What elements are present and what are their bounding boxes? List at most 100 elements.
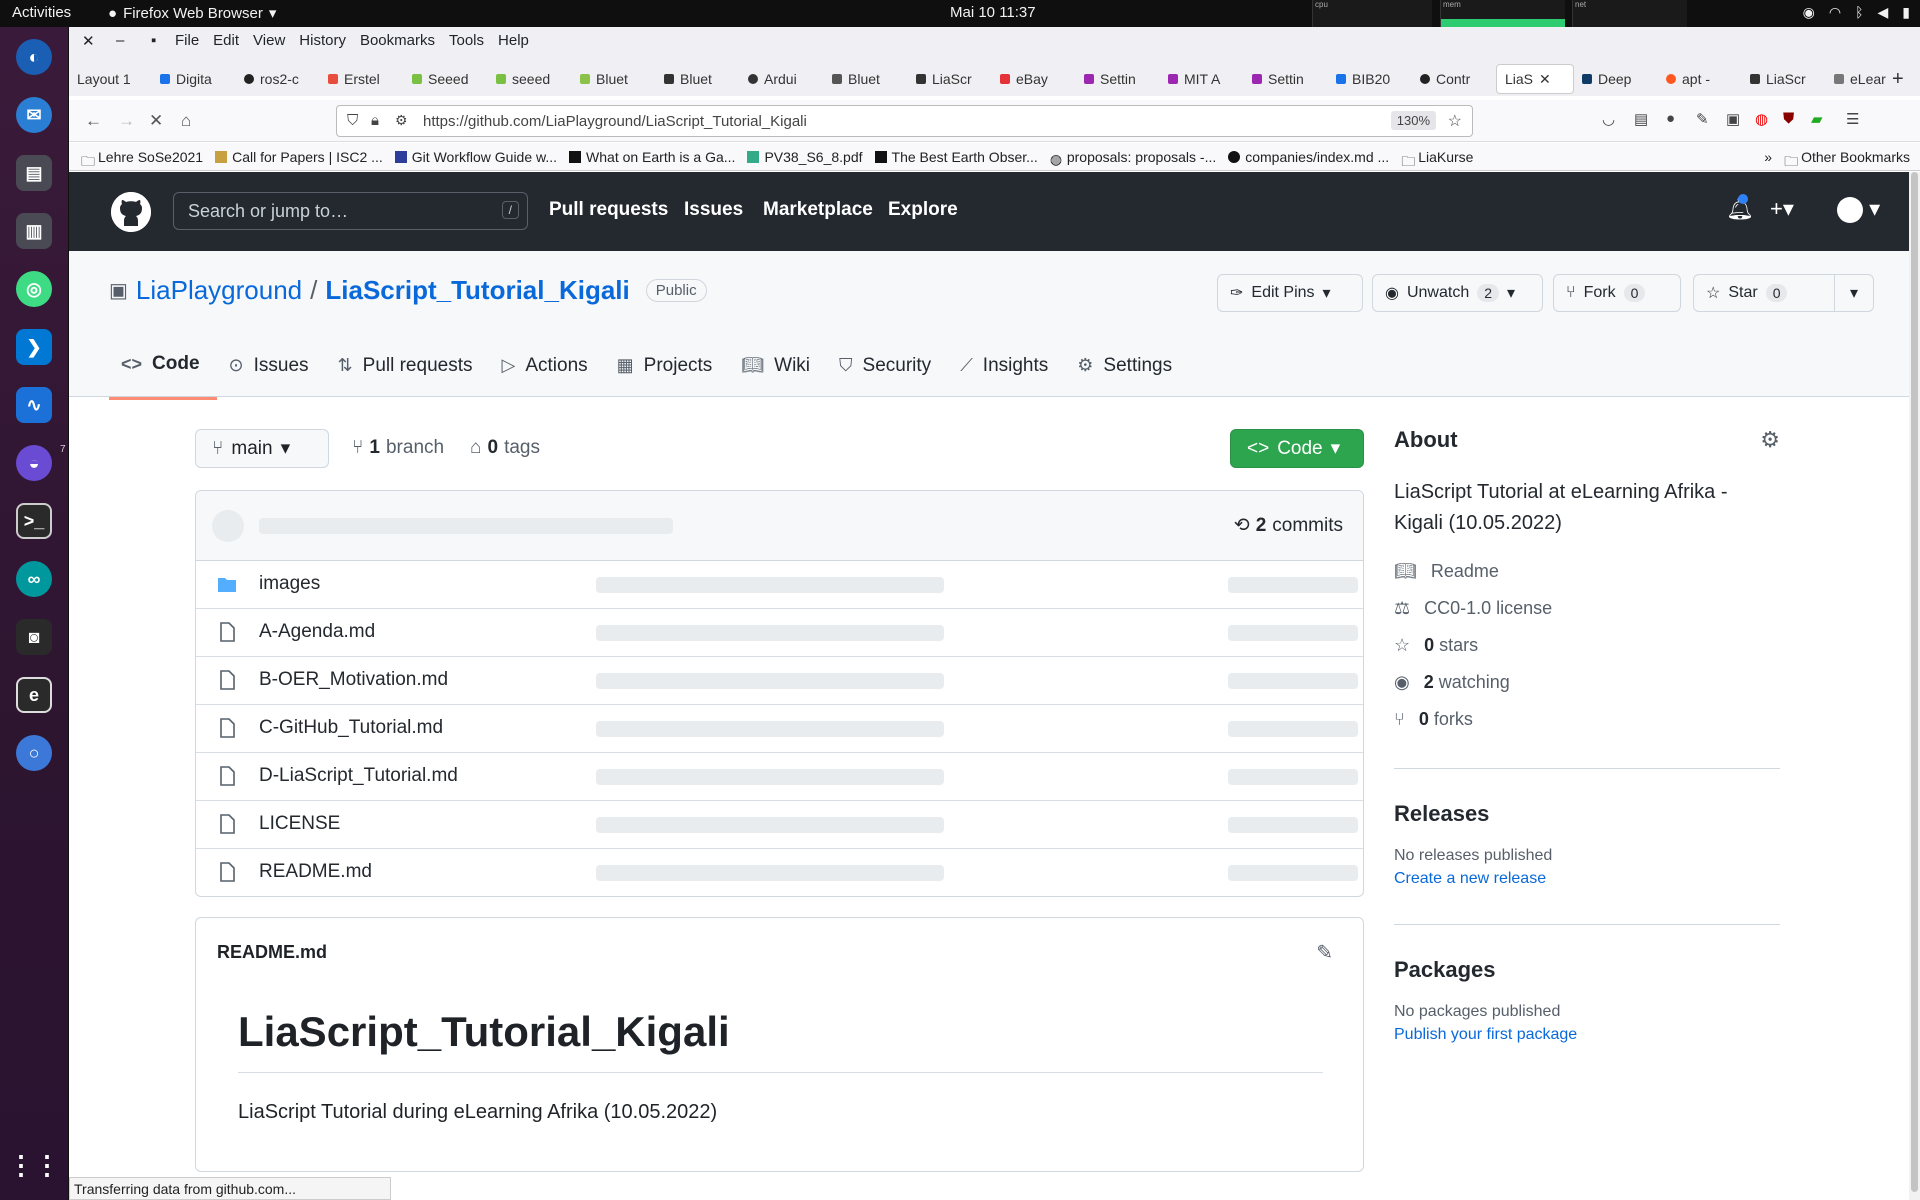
accessibility-icon[interactable]: ◉ — [1803, 4, 1815, 21]
tab-6[interactable]: Bluet — [572, 64, 656, 94]
tab-insights[interactable]: ⟋ Insights — [948, 353, 1065, 400]
watching-link[interactable]: ◉ 2 watching — [1394, 664, 1780, 701]
menu-bookmarks[interactable]: Bookmarks — [360, 32, 435, 49]
chromium-icon[interactable]: ○ — [16, 735, 52, 771]
tab-4[interactable]: Seeed — [404, 64, 488, 94]
file-row[interactable]: LICENSE — [196, 801, 1363, 849]
bookmark[interactable]: What on Earth is a Ga... — [569, 149, 735, 165]
tab-code[interactable]: <> Code — [109, 353, 217, 400]
extension-icon[interactable]: ● — [1666, 110, 1675, 127]
back-button[interactable]: ← — [85, 111, 102, 131]
bookmark[interactable]: ◍ proposals: proposals -... — [1050, 149, 1216, 167]
file-name[interactable]: images — [259, 573, 320, 595]
tab-9[interactable]: Bluet — [824, 64, 908, 94]
tab-10[interactable]: LiaScr — [908, 64, 992, 94]
reader-icon[interactable]: ▤ — [1634, 110, 1648, 128]
tab-0[interactable]: Layout 1 — [69, 64, 152, 94]
fork-button[interactable]: ⑂ Fork 0 — [1553, 274, 1681, 312]
zoom-level[interactable]: 130% — [1390, 111, 1436, 130]
repo-owner-link[interactable]: LiaPlayground — [136, 275, 302, 306]
tab-2[interactable]: ros2-c — [236, 64, 320, 94]
bookmark-folder[interactable]: 🗀 LiaKurse — [1401, 149, 1473, 169]
menu-edit[interactable]: Edit — [213, 32, 239, 49]
unwatch-button[interactable]: ◉ Unwatch 2 ▾ — [1372, 274, 1543, 312]
forks-link[interactable]: ⑂ 0 forks — [1394, 701, 1780, 738]
nav-issues[interactable]: Issues — [684, 199, 743, 221]
tab-5[interactable]: seeed — [488, 64, 572, 94]
tags-link[interactable]: ⌂ 0 tags — [470, 437, 540, 459]
avatar[interactable]: ▾ — [1837, 196, 1880, 224]
bluetooth-icon[interactable]: ᛒ — [1855, 4, 1863, 21]
tab-20[interactable]: LiaScr — [1742, 64, 1826, 94]
pocket-icon[interactable]: ◡ — [1602, 110, 1615, 128]
packages-heading[interactable]: Packages — [1394, 957, 1780, 983]
file-row[interactable]: README.md — [196, 849, 1363, 896]
code-dropdown-button[interactable]: <> Code ▾ — [1230, 429, 1364, 468]
publish-package-link[interactable]: Publish your first package — [1394, 1026, 1780, 1044]
activities-button[interactable]: Activities — [12, 4, 71, 21]
search-input[interactable]: Search or jump to… / — [173, 192, 528, 230]
stars-link[interactable]: ☆ 0 stars — [1394, 627, 1780, 664]
tab-1[interactable]: Digita — [152, 64, 236, 94]
monitor-icon[interactable]: ∿ — [16, 387, 52, 423]
tab-14[interactable]: Settin — [1244, 64, 1328, 94]
readme-link[interactable]: 📖︎ Readme — [1394, 553, 1780, 590]
tab-security[interactable]: ⛉ Security — [827, 353, 948, 400]
branch-select-button[interactable]: ⑂ main ▾ — [195, 429, 329, 468]
battery-icon[interactable]: ▮ — [1902, 4, 1910, 21]
tab-8[interactable]: Ardui — [740, 64, 824, 94]
page-scrollbar[interactable] — [1909, 172, 1920, 1200]
file-name[interactable]: B-OER_Motivation.md — [259, 669, 448, 691]
tab-3[interactable]: Erstel — [320, 64, 404, 94]
app-menu[interactable]: ● Firefox Web Browser ▾ — [108, 4, 276, 23]
tab-wiki[interactable]: 📖︎ Wiki — [729, 353, 827, 400]
camera-icon[interactable]: ◙ — [16, 619, 52, 655]
joplin-icon[interactable]: ◒ — [16, 445, 52, 481]
file-row[interactable]: images — [196, 561, 1363, 609]
file-name[interactable]: D-LiaScript_Tutorial.md — [259, 765, 458, 787]
pencil-icon[interactable]: ✎ — [1316, 940, 1333, 965]
file-row[interactable]: C-GitHub_Tutorial.md — [196, 705, 1363, 753]
commits-link[interactable]: ⟲ 2 commits — [1234, 514, 1343, 537]
edit-pins-button[interactable]: ✑ Edit Pins ▾ — [1217, 274, 1363, 312]
file-row[interactable]: A-Agenda.md — [196, 609, 1363, 657]
menu-file[interactable]: File — [175, 32, 199, 49]
create-new-icon[interactable]: +▾ — [1770, 196, 1794, 222]
releases-heading[interactable]: Releases — [1394, 801, 1780, 827]
url-bar[interactable]: ⛉ 🔒︎ ⚙ https://github.com/LiaPlayground/… — [336, 105, 1473, 137]
vscode-icon[interactable]: ❯ — [16, 329, 52, 365]
file-name[interactable]: README.md — [259, 861, 372, 883]
menu-view[interactable]: View — [253, 32, 285, 49]
tab-actions[interactable]: ▷ Actions — [489, 353, 604, 400]
tab-19[interactable]: apt - — [1658, 64, 1742, 94]
gear-icon[interactable]: ⚙ — [1760, 427, 1780, 453]
stop-loading-button[interactable]: ✕ — [149, 111, 163, 131]
tab-7[interactable]: Bluet — [656, 64, 740, 94]
forward-button[interactable]: → — [118, 111, 135, 131]
tab-projects[interactable]: ▦ Projects — [605, 353, 730, 400]
arduino-icon[interactable]: ∞ — [16, 561, 52, 597]
wifi-icon[interactable]: ◠ — [1829, 4, 1841, 21]
menu-help[interactable]: Help — [498, 32, 529, 49]
github-logo-icon[interactable] — [111, 192, 151, 232]
tab-11[interactable]: eBay — [992, 64, 1076, 94]
new-tab-button[interactable]: + — [1892, 68, 1904, 91]
license-link[interactable]: ⚖ CC0-1.0 license — [1394, 590, 1780, 627]
lock-icon[interactable]: 🔒︎ — [371, 112, 379, 129]
file-row[interactable]: B-OER_Motivation.md — [196, 657, 1363, 705]
star-dropdown-button[interactable]: ▾ — [1834, 274, 1874, 312]
nav-marketplace[interactable]: Marketplace — [763, 199, 873, 221]
bookmark[interactable]: PV38_S6_8.pdf — [747, 149, 863, 165]
file-name[interactable]: C-GitHub_Tutorial.md — [259, 717, 443, 739]
bell-icon[interactable]: 🔔︎ — [1726, 194, 1754, 222]
app-grid-icon[interactable]: ⋮⋮ — [8, 1147, 60, 1183]
tab-13[interactable]: MIT A — [1160, 64, 1244, 94]
clock[interactable]: Mai 10 11:37 — [950, 4, 1036, 21]
home-button[interactable]: ⌂ — [181, 111, 191, 131]
tab-18[interactable]: Deep — [1574, 64, 1658, 94]
create-release-link[interactable]: Create a new release — [1394, 870, 1780, 888]
terminal-icon[interactable]: >_ — [16, 503, 52, 539]
extension-icon[interactable]: ▰ — [1811, 110, 1823, 128]
nav-explore[interactable]: Explore — [888, 199, 958, 221]
menu-tools[interactable]: Tools — [449, 32, 484, 49]
